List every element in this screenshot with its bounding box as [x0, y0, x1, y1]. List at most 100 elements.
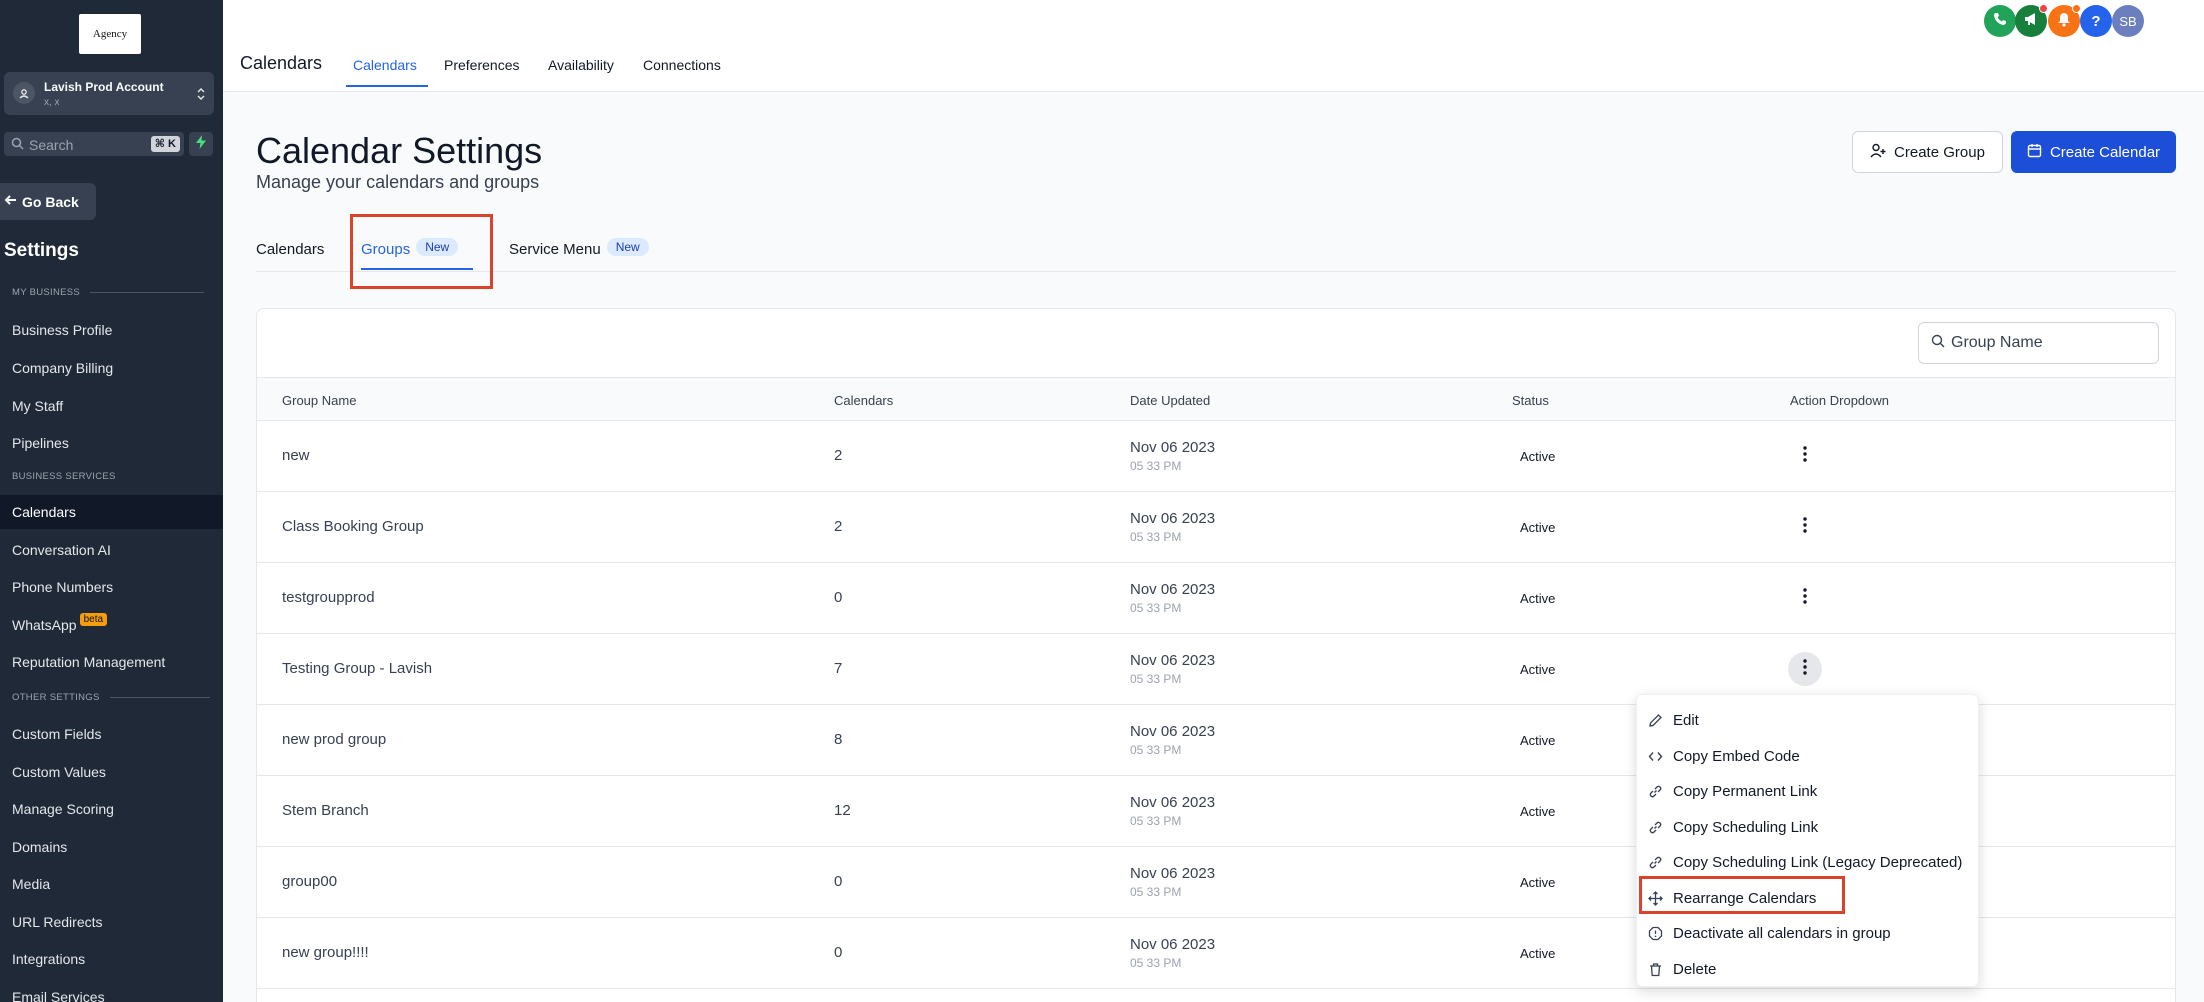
group-name-cell[interactable]: Testing Group - Lavish	[282, 660, 432, 677]
time-updated-cell: 05 33 PM	[1130, 885, 1182, 899]
menu-item-copy-embed-code[interactable]: Copy Embed Code	[1637, 739, 1980, 774]
help-button[interactable]: ?	[2080, 5, 2112, 37]
sidebar-item-calendars[interactable]: Calendars	[0, 495, 223, 529]
sidebar-item-manage-scoring[interactable]: Manage Scoring	[0, 792, 223, 826]
column-date-updated: Date Updated	[1130, 393, 1211, 408]
subtab-service-menu-label: Service Menu	[509, 241, 601, 258]
create-calendar-button[interactable]: Create Calendar	[2011, 131, 2176, 173]
tab-availability[interactable]: Availability	[548, 57, 614, 73]
top-title: Calendars	[240, 53, 323, 73]
sidebar-item-pipelines[interactable]: Pipelines	[0, 426, 223, 460]
sidebar-item-whatsapp[interactable]: WhatsApp beta	[0, 608, 223, 642]
menu-item-copy-permanent-link[interactable]: Copy Permanent Link	[1637, 774, 1980, 809]
menu-item-deactivate-all-calendars[interactable]: Deactivate all calendars in group	[1637, 916, 1980, 951]
sidebar-item-label: WhatsApp	[12, 617, 77, 633]
more-vertical-icon	[1803, 587, 1807, 609]
row-actions-button[interactable]	[1788, 581, 1822, 615]
sidebar-item-reputation-management[interactable]: Reputation Management	[0, 645, 223, 679]
menu-item-delete[interactable]: Delete	[1637, 952, 1980, 987]
sidebar-item-my-staff[interactable]: My Staff	[0, 389, 223, 423]
group-name-cell[interactable]: Stem Branch	[282, 802, 369, 819]
status-cell: Active	[1520, 520, 1556, 535]
menu-item-label: Delete	[1673, 960, 1717, 978]
date-updated-cell: Nov 06 2023	[1130, 510, 1216, 527]
sidebar-search[interactable]: Search ⌘ K	[4, 132, 184, 156]
sidebar-item-custom-values[interactable]: Custom Values	[0, 755, 223, 789]
table-row: testgroupprod 0 Nov 06 2023 05 33 PM Active	[257, 563, 2175, 634]
phone-button[interactable]	[1984, 5, 2016, 37]
group-name-cell[interactable]: new	[282, 447, 310, 464]
sidebar-item-integrations[interactable]: Integrations	[0, 942, 223, 976]
row-actions-button[interactable]	[1788, 439, 1822, 473]
row-actions-button[interactable]	[1788, 510, 1822, 544]
group-name-cell[interactable]: new group!!!!	[282, 944, 369, 961]
calendars-count-cell: 2	[834, 447, 843, 464]
menu-item-edit[interactable]: Edit	[1637, 703, 1980, 738]
bell-icon	[2057, 12, 2071, 31]
tab-preferences[interactable]: Preferences	[444, 57, 519, 73]
create-group-button[interactable]: Create Group	[1852, 131, 2003, 173]
account-switcher[interactable]: Lavish Prod Account x, x	[4, 72, 214, 115]
table-header: Group Name Calendars Date Updated Status…	[257, 377, 2175, 421]
sidebar-item-url-redirects[interactable]: URL Redirects	[0, 905, 223, 939]
status-cell: Active	[1520, 804, 1556, 819]
group-name-cell[interactable]: Class Booking Group	[282, 518, 424, 535]
create-group-label: Create Group	[1894, 143, 1985, 161]
sidebar-item-conversation-ai[interactable]: Conversation AI	[0, 533, 223, 567]
group-name-search[interactable]: Group Name	[1918, 322, 2159, 364]
group-name-cell[interactable]: testgroupprod	[282, 589, 375, 606]
status-cell: Active	[1520, 946, 1556, 961]
time-updated-cell: 05 33 PM	[1130, 672, 1182, 686]
more-vertical-icon	[1803, 445, 1807, 467]
active-tab-indicator	[346, 85, 428, 87]
sidebar-item-domains[interactable]: Domains	[0, 830, 223, 864]
subtab-calendars[interactable]: Calendars	[256, 241, 324, 258]
announcements-button[interactable]	[2015, 4, 2048, 37]
sidebar-item-media[interactable]: Media	[0, 867, 223, 901]
menu-item-label: Copy Permanent Link	[1673, 783, 1818, 800]
tab-calendars[interactable]: Calendars	[353, 57, 417, 73]
status-cell: Active	[1520, 733, 1556, 748]
agency-logo[interactable]: Agency	[79, 14, 141, 54]
sidebar-item-custom-fields[interactable]: Custom Fields	[0, 717, 223, 751]
section-my-business: MY BUSINESS	[12, 287, 205, 298]
sidebar-item-business-profile[interactable]: Business Profile	[0, 313, 223, 347]
menu-item-label: Edit	[1673, 712, 1699, 729]
settings-title: Settings	[4, 240, 79, 261]
table-row: new 2 Nov 06 2023 05 33 PM Active	[257, 421, 2175, 492]
sidebar-item-phone-numbers[interactable]: Phone Numbers	[0, 570, 223, 604]
section-label-text: OTHER SETTINGS	[12, 692, 100, 703]
go-back-button[interactable]: Go Back	[0, 183, 96, 220]
calendars-count-cell: 2	[834, 518, 843, 535]
groups-tab-highlight	[350, 214, 493, 289]
notifications-button[interactable]	[2048, 4, 2081, 37]
menu-item-label: Deactivate all calendars in group	[1673, 925, 1891, 942]
page-title: Calendar Settings	[256, 130, 543, 171]
column-action-dropdown: Action Dropdown	[1790, 393, 1889, 408]
sidebar-item-email-services[interactable]: Email Services	[0, 980, 223, 1002]
new-badge: New	[606, 238, 649, 256]
beta-badge: beta	[79, 612, 108, 626]
tabs-divider	[256, 271, 2176, 272]
tab-connections[interactable]: Connections	[643, 57, 721, 73]
group-name-cell[interactable]: group00	[282, 873, 337, 890]
page-subtitle: Manage your calendars and groups	[256, 172, 540, 192]
more-vertical-icon	[1803, 658, 1807, 680]
time-updated-cell: 05 33 PM	[1130, 956, 1182, 970]
row-actions-button[interactable]	[1788, 652, 1822, 686]
sidebar-item-company-billing[interactable]: Company Billing	[0, 351, 223, 385]
user-avatar[interactable]: SB	[2112, 5, 2144, 37]
rearrange-highlight	[1639, 876, 1845, 914]
top-bar: Calendars Calendars Preferences Availabi…	[223, 0, 2204, 92]
menu-item-copy-scheduling-link-legacy[interactable]: Copy Scheduling Link (Legacy Deprecated)	[1637, 845, 1980, 880]
quick-action-button[interactable]	[189, 132, 213, 156]
user-plus-icon	[1870, 143, 1886, 162]
status-cell: Active	[1520, 662, 1556, 677]
menu-item-copy-scheduling-link[interactable]: Copy Scheduling Link	[1637, 810, 1980, 845]
date-updated-cell: Nov 06 2023	[1130, 652, 1216, 669]
time-updated-cell: 05 33 PM	[1130, 459, 1182, 473]
group-name-cell[interactable]: new prod group	[282, 731, 386, 748]
account-sub: x, x	[44, 97, 60, 108]
subtab-service-menu[interactable]: Service Menu New	[509, 238, 649, 259]
status-cell: Active	[1520, 591, 1556, 606]
